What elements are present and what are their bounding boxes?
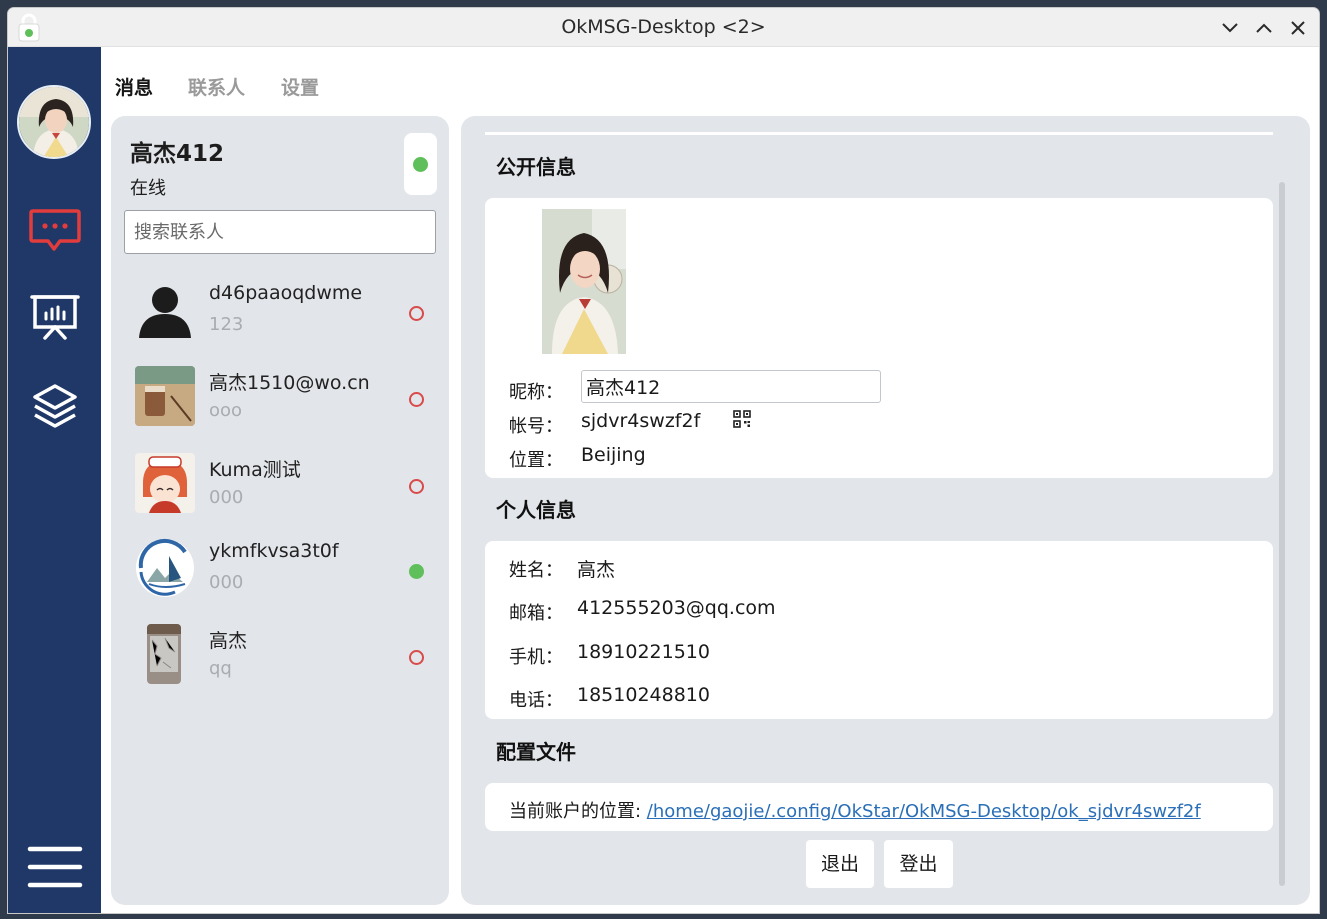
close-icon: [1291, 21, 1305, 35]
online-status-dot: [413, 157, 428, 172]
realname-label: 姓名：: [509, 560, 563, 581]
config-file-card: 当前账户的位置: /home/gaojie/.config/OkStar/OkM…: [485, 783, 1273, 831]
tab-settings[interactable]: 设置: [281, 73, 319, 100]
public-info-card: 昵称： 帐号： sjdvr4swzf2f 位置： Beijing: [485, 198, 1273, 478]
contact-item[interactable]: d46paaoqdwme 123: [111, 268, 449, 348]
close-button[interactable]: [1286, 16, 1310, 40]
config-path-label: 当前账户的位置:: [509, 801, 647, 822]
main-content: 消息 联系人 设置 高杰412 在线 d46paaoqdwme 1: [101, 47, 1319, 913]
offline-status-icon: [409, 650, 424, 665]
nickname-label: 昵称：: [509, 382, 563, 403]
nickname-input[interactable]: [581, 370, 881, 403]
offline-status-icon: [409, 392, 424, 407]
coffee-photo-avatar: [135, 366, 195, 426]
layers-icon[interactable]: [28, 380, 82, 434]
conversation-panel: 高杰412 在线 d46paaoqdwme 123: [111, 116, 449, 905]
account-label: 帐号：: [509, 416, 563, 437]
personal-info-title: 个人信息: [496, 498, 576, 522]
contact-last-message: 000: [209, 572, 244, 593]
phone-value: 18510248810: [577, 684, 710, 706]
scrollbar[interactable]: [1279, 182, 1285, 886]
presence-toggle[interactable]: [404, 133, 437, 195]
location-label: 位置：: [509, 450, 563, 471]
divider: [485, 132, 1273, 135]
profile-panel: 公开信息 昵称： 高杰412 帐号： sjdvr4swzf2f 位置： Beij…: [461, 116, 1310, 905]
menu-icon[interactable]: [27, 844, 83, 890]
contact-last-message: ooo: [209, 400, 243, 421]
logout-button[interactable]: 登出: [884, 840, 953, 888]
tab-contacts[interactable]: 联系人: [188, 73, 245, 100]
location-value: Beijing: [581, 444, 646, 466]
email-value: 412555203@qq.com: [577, 597, 776, 619]
config-path-row: 当前账户的位置: /home/gaojie/.config/OkStar/OkM…: [509, 797, 1201, 823]
online-status-icon: [409, 564, 424, 579]
current-user-status: 在线: [130, 178, 166, 199]
offline-status-icon: [409, 306, 424, 321]
config-path-link[interactable]: /home/gaojie/.config/OkStar/OkMSG-Deskto…: [647, 801, 1201, 822]
contact-item[interactable]: Kuma测试 000: [111, 441, 449, 521]
contact-last-message: qq: [209, 658, 232, 679]
user-avatar[interactable]: [17, 85, 91, 159]
app-window: OkMSG-Desktop <2> 消息 联系人 设置 高杰412 在线 搜索联…: [8, 8, 1319, 913]
tab-messages[interactable]: 消息: [115, 73, 153, 100]
chevron-up-icon: [1256, 23, 1272, 33]
contact-item[interactable]: 高杰1510@wo.cn ooo: [111, 354, 449, 434]
avatar-image: [19, 87, 89, 157]
chevron-down-icon: [1222, 23, 1238, 33]
presentation-icon[interactable]: [28, 291, 82, 345]
minimize-button[interactable]: [1218, 16, 1242, 40]
anime-girl-avatar: [135, 453, 195, 513]
message-icon[interactable]: [28, 204, 82, 258]
contact-last-message: 123: [209, 314, 244, 335]
title-bar: OkMSG-Desktop <2>: [8, 8, 1319, 47]
boat-logo-avatar: [135, 538, 195, 598]
current-user-name: 高杰412: [130, 141, 225, 167]
stone-photo-avatar: [147, 624, 181, 684]
qr-code-icon[interactable]: [733, 410, 751, 428]
contact-name: ykmfkvsa3t0f: [209, 540, 339, 562]
profile-photo[interactable]: [542, 209, 626, 354]
offline-status-icon: [409, 479, 424, 494]
maximize-button[interactable]: [1252, 16, 1276, 40]
contact-name: Kuma测试: [209, 459, 301, 481]
default-person-icon: [135, 280, 195, 340]
contact-name: 高杰: [209, 630, 248, 652]
contact-last-message: 000: [209, 487, 244, 508]
search-input[interactable]: [124, 210, 436, 254]
realname-value: 高杰: [577, 559, 616, 581]
contact-name: d46paaoqdwme: [209, 282, 363, 304]
personal-info-card: 姓名： 高杰 邮箱： 412555203@qq.com 手机： 18910221…: [485, 541, 1273, 719]
public-info-title: 公开信息: [496, 155, 576, 179]
phone-label: 电话：: [509, 690, 563, 711]
contact-item[interactable]: 高杰 qq: [111, 612, 449, 692]
exit-button[interactable]: 退出: [806, 840, 874, 888]
nav-sidebar: [8, 47, 101, 913]
contact-item[interactable]: ykmfkvsa3t0f 000: [111, 526, 449, 606]
account-value: sjdvr4swzf2f: [581, 410, 701, 432]
email-label: 邮箱：: [509, 603, 563, 624]
mobile-value: 18910221510: [577, 641, 710, 663]
mobile-label: 手机：: [509, 647, 563, 668]
window-title: OkMSG-Desktop <2>: [561, 16, 766, 38]
config-file-title: 配置文件: [496, 740, 576, 764]
contact-name: 高杰1510@wo.cn: [209, 372, 370, 394]
